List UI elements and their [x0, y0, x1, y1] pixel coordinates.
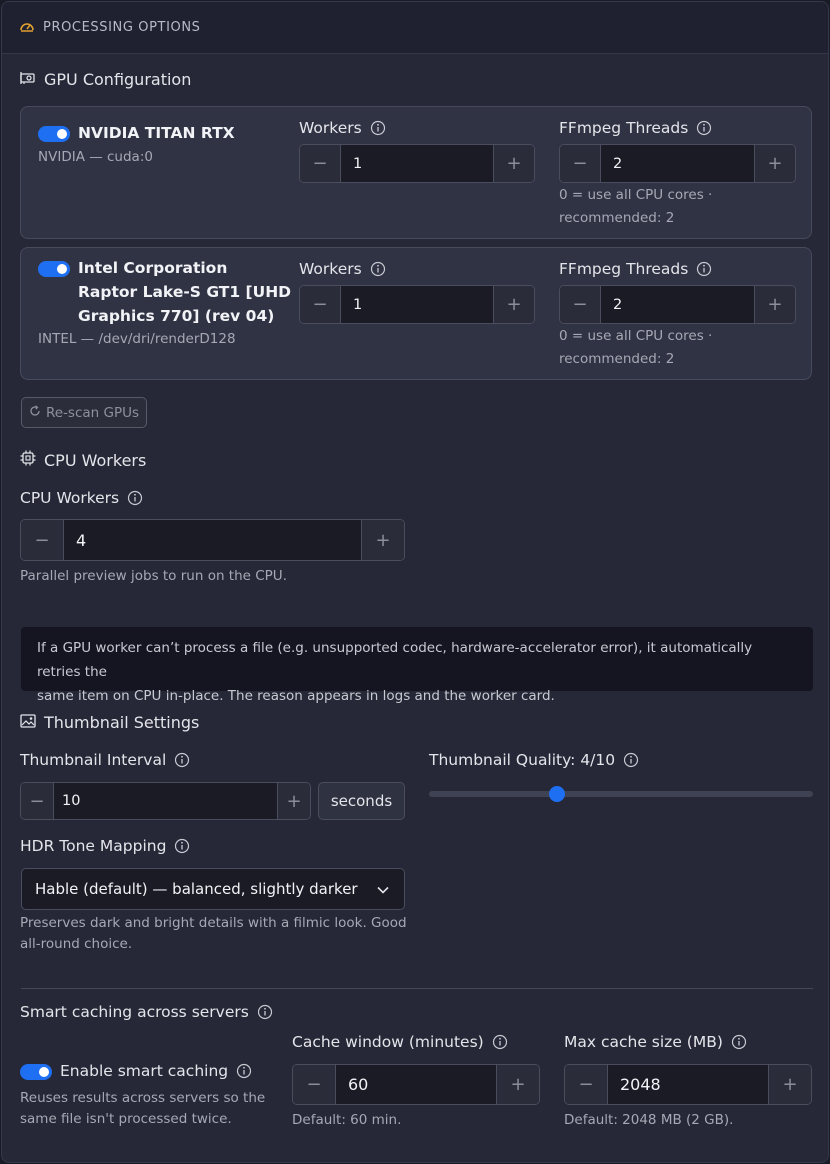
- increment-button[interactable]: +: [494, 286, 534, 323]
- hdr-tone-mapping-label: HDR Tone Mapping: [20, 837, 190, 855]
- image-icon: [20, 713, 44, 732]
- workers-label: Workers: [299, 260, 386, 278]
- panel-title: PROCESSING OPTIONS: [43, 20, 201, 35]
- ffmpeg-threads-hint: 0 = use all CPU cores · recommended: 2: [559, 328, 713, 367]
- cache-window-stepper: − 60 +: [292, 1064, 540, 1105]
- smart-caching-toggle[interactable]: [20, 1064, 52, 1080]
- increment-button[interactable]: +: [755, 145, 795, 182]
- decrement-button[interactable]: −: [565, 1065, 607, 1104]
- smart-caching-title: Smart caching across servers: [20, 1003, 273, 1021]
- max-cache-size-label: Max cache size (MB): [564, 1033, 747, 1051]
- thumbnail-interval-input[interactable]: 10: [53, 783, 278, 819]
- rescan-gpus-button[interactable]: Re-scan GPUs: [21, 397, 147, 428]
- slider-thumb[interactable]: [549, 786, 565, 802]
- cache-window-hint: Default: 60 min.: [292, 1112, 402, 1128]
- gpu-section-title: GPU Configuration: [20, 70, 191, 89]
- info-icon[interactable]: [492, 1034, 508, 1050]
- ffmpeg-threads-stepper: − 2 +: [559, 144, 796, 183]
- workers-input[interactable]: 1: [340, 145, 494, 182]
- info-icon[interactable]: [127, 490, 143, 506]
- info-icon[interactable]: [257, 1004, 273, 1020]
- ffmpeg-threads-label: FFmpeg Threads: [559, 260, 712, 278]
- increment-button[interactable]: +: [769, 1065, 811, 1104]
- info-icon[interactable]: [174, 838, 190, 854]
- info-icon[interactable]: [236, 1063, 252, 1079]
- ffmpeg-threads-input[interactable]: 2: [600, 145, 755, 182]
- max-cache-size-hint: Default: 2048 MB (2 GB).: [564, 1112, 734, 1128]
- hdr-tone-mapping-hint: Preserves dark and bright details with a…: [20, 915, 407, 952]
- gpu-card-icon: [20, 70, 44, 89]
- processing-options-panel: PROCESSING OPTIONS GPU Configuration NVI…: [1, 1, 829, 1163]
- decrement-button[interactable]: −: [21, 783, 53, 819]
- decrement-button[interactable]: −: [560, 286, 600, 323]
- info-icon[interactable]: [370, 261, 386, 277]
- increment-button[interactable]: +: [278, 783, 310, 819]
- workers-stepper: − 1 +: [299, 144, 535, 183]
- decrement-button[interactable]: −: [21, 520, 63, 560]
- info-icon[interactable]: [696, 261, 712, 277]
- gpu-name: Intel Corporation Raptor Lake-S GT1 [UHD…: [78, 259, 292, 325]
- workers-input[interactable]: 1: [340, 286, 494, 323]
- enable-smart-caching-label: Enable smart caching: [60, 1062, 252, 1080]
- thumbnail-quality-label: Thumbnail Quality: 4/10: [429, 751, 639, 769]
- decrement-button[interactable]: −: [300, 145, 340, 182]
- gpu-fallback-note: If a GPU worker can’t process a file (e.…: [21, 627, 813, 704]
- info-icon[interactable]: [731, 1034, 747, 1050]
- info-icon[interactable]: [623, 752, 639, 768]
- hdr-tone-mapping-select[interactable]: Hable (default) — balanced, slightly dar…: [21, 868, 405, 910]
- max-cache-size-input[interactable]: 2048: [607, 1065, 769, 1104]
- decrement-button[interactable]: −: [560, 145, 600, 182]
- cpu-workers-stepper: − 4 +: [20, 519, 405, 561]
- thumbnail-interval-stepper: − 10 +: [20, 782, 311, 820]
- cpu-workers-label: CPU Workers: [20, 489, 143, 507]
- workers-stepper: − 1 +: [299, 285, 535, 324]
- info-icon[interactable]: [696, 120, 712, 136]
- thumbnail-quality-slider[interactable]: [429, 786, 813, 802]
- chevron-down-icon: [376, 883, 390, 901]
- gpu-device: NVIDIA — cuda:0: [38, 149, 153, 165]
- refresh-icon: [29, 404, 46, 421]
- increment-button[interactable]: +: [755, 286, 795, 323]
- interval-unit-label: seconds: [318, 782, 405, 820]
- cpu-workers-hint: Parallel preview jobs to run on the CPU.: [20, 568, 287, 584]
- thumbnail-section-title: Thumbnail Settings: [20, 713, 199, 732]
- info-icon[interactable]: [370, 120, 386, 136]
- decrement-button[interactable]: −: [293, 1065, 335, 1104]
- cache-window-label: Cache window (minutes): [292, 1033, 508, 1051]
- increment-button[interactable]: +: [362, 520, 404, 560]
- cache-window-input[interactable]: 60: [335, 1065, 497, 1104]
- panel-header: PROCESSING OPTIONS: [2, 2, 828, 54]
- ffmpeg-threads-label: FFmpeg Threads: [559, 119, 712, 137]
- ffmpeg-threads-stepper: − 2 +: [559, 285, 796, 324]
- thumbnail-interval-label: Thumbnail Interval: [20, 751, 190, 769]
- increment-button[interactable]: +: [494, 145, 534, 182]
- ffmpeg-threads-input[interactable]: 2: [600, 286, 755, 323]
- gpu-enable-toggle[interactable]: [38, 126, 70, 142]
- info-icon[interactable]: [174, 752, 190, 768]
- decrement-button[interactable]: −: [300, 286, 340, 323]
- cpu-chip-icon: [20, 450, 44, 470]
- max-cache-size-stepper: − 2048 +: [564, 1064, 812, 1105]
- cpu-workers-input[interactable]: 4: [63, 520, 362, 560]
- smart-caching-hint: Reuses results across servers so the sam…: [20, 1090, 266, 1127]
- gauge-icon: [19, 19, 43, 37]
- gpu-enable-toggle[interactable]: [38, 261, 70, 277]
- gpu-device: INTEL — /dev/dri/renderD128: [38, 331, 236, 347]
- gpu-card: Intel Corporation Raptor Lake-S GT1 [UHD…: [20, 247, 812, 380]
- gpu-name: NVIDIA TITAN RTX: [78, 124, 235, 142]
- ffmpeg-threads-hint: 0 = use all CPU cores · recommended: 2: [559, 187, 713, 226]
- cpu-section-title: CPU Workers: [20, 450, 146, 470]
- section-divider: [21, 988, 813, 989]
- increment-button[interactable]: +: [497, 1065, 539, 1104]
- gpu-card: NVIDIA TITAN RTX NVIDIA — cuda:0 Workers…: [20, 106, 812, 239]
- workers-label: Workers: [299, 119, 386, 137]
